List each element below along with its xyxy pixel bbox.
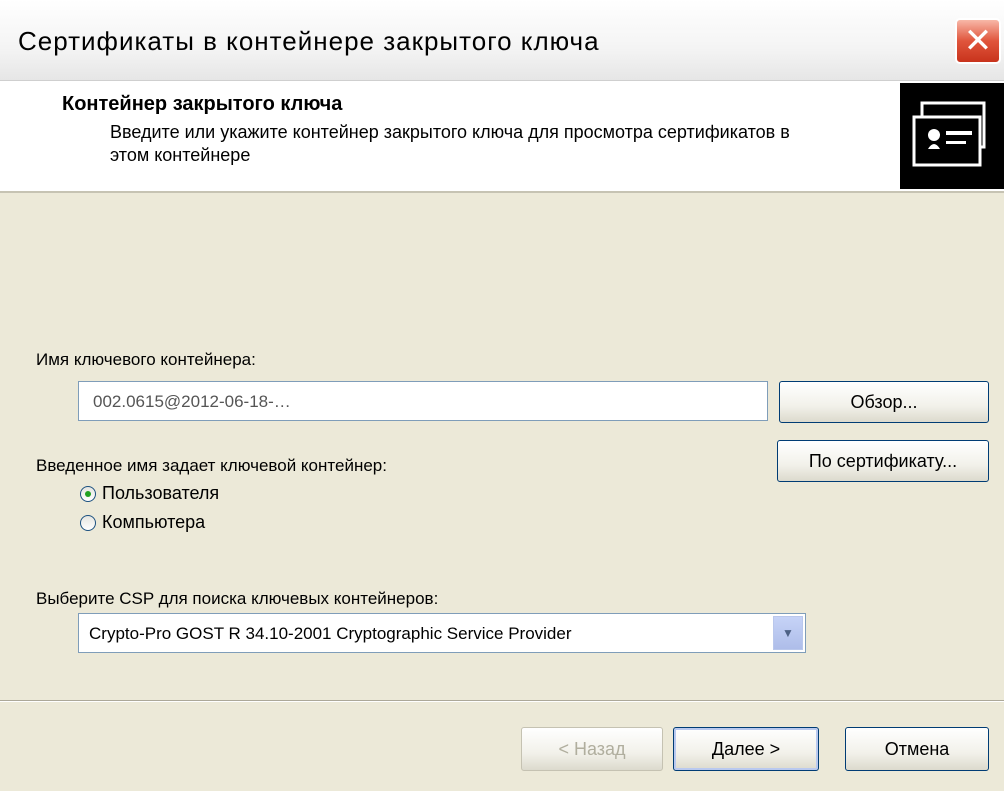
csp-label: Выберите CSP для поиска ключевых контейн…: [36, 589, 439, 608]
by-certificate-button[interactable]: По сертификату...: [777, 440, 989, 482]
header-description: Введите или укажите контейнер закрытого …: [110, 122, 790, 165]
csp-selected-value: Crypto-Pro GOST R 34.10-2001 Cryptograph…: [89, 624, 572, 643]
close-icon: ✕: [963, 22, 993, 60]
next-button[interactable]: Далее >: [673, 727, 819, 771]
csp-select[interactable]: Crypto-Pro GOST R 34.10-2001 Cryptograph…: [78, 613, 806, 653]
window-title: Сертификаты в контейнере закрытого ключа: [18, 26, 600, 56]
title-bar: Сертификаты в контейнере закрытого ключа…: [0, 0, 1004, 81]
certificate-icon: [900, 83, 1004, 189]
footer-divider: [0, 700, 1004, 702]
browse-button[interactable]: Обзор...: [779, 381, 989, 423]
container-name-input[interactable]: 002.0615@2012-06-18-…: [78, 381, 768, 421]
radio-button-icon[interactable]: [80, 514, 96, 531]
scope-label: Введенное имя задает ключевой контейнер:: [36, 456, 387, 475]
close-button[interactable]: ✕: [955, 18, 1001, 64]
radio-computer-label: Компьютера: [102, 512, 206, 532]
container-name-label: Имя ключевого контейнера:: [36, 350, 256, 369]
radio-button-checked-icon[interactable]: [80, 485, 96, 502]
chevron-down-icon[interactable]: ▼: [773, 616, 803, 650]
header-title: Контейнер закрытого ключа: [62, 93, 343, 115]
back-button[interactable]: < Назад: [521, 727, 663, 771]
radio-computer[interactable]: Компьютера: [80, 512, 205, 533]
radio-user-label: Пользователя: [102, 483, 220, 503]
wizard-header: Контейнер закрытого ключа Введите или ук…: [0, 81, 1004, 193]
cancel-button[interactable]: Отмена: [845, 727, 989, 771]
radio-user[interactable]: Пользователя: [80, 483, 219, 504]
